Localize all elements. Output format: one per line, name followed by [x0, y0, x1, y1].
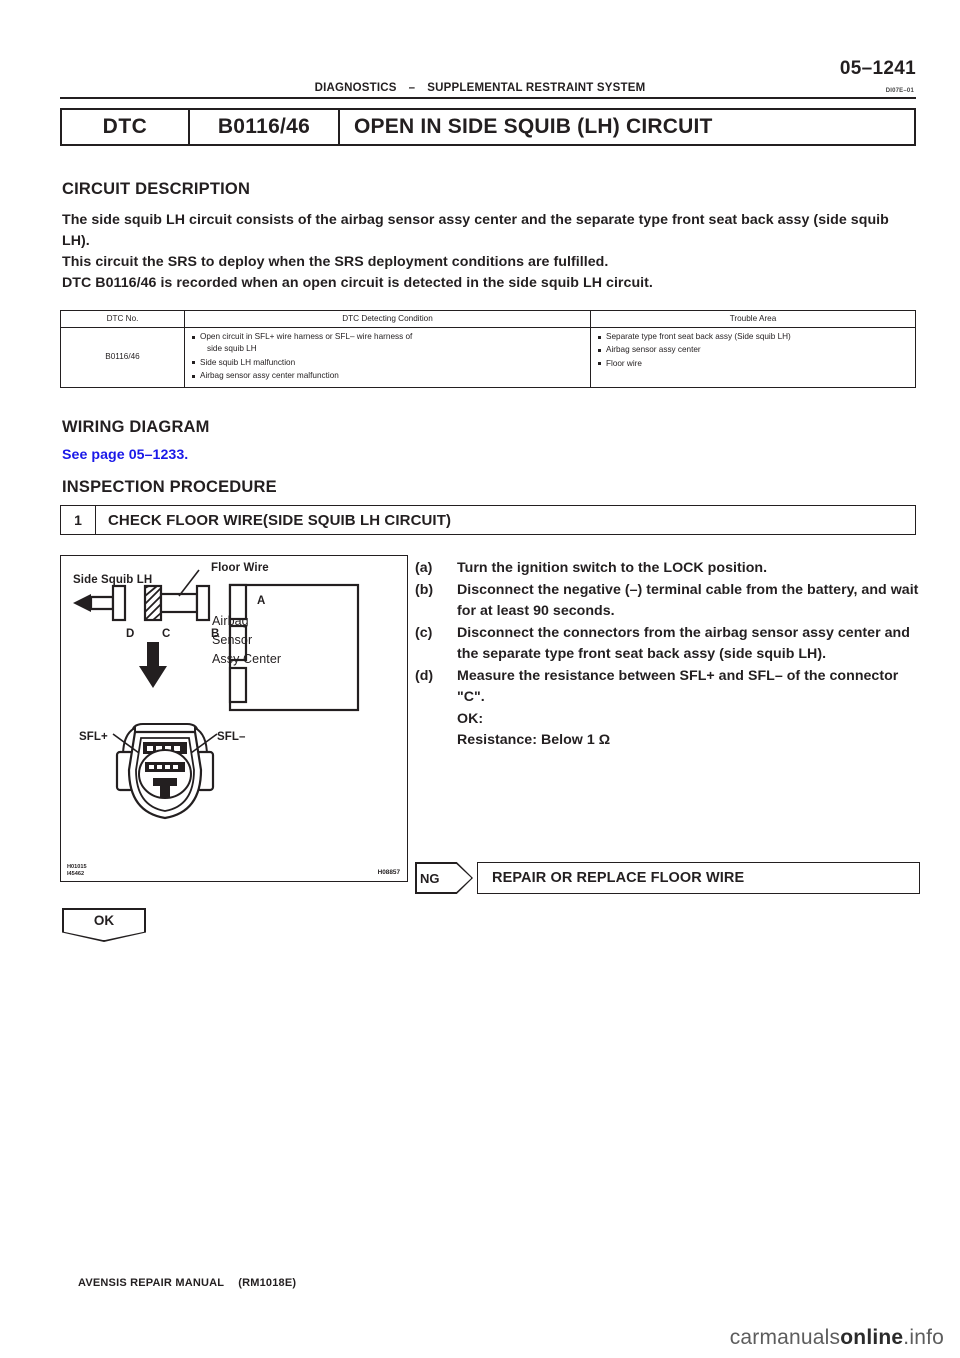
instruction-key: (a)	[415, 560, 433, 576]
inspection-procedure-heading: INSPECTION PROCEDURE	[62, 478, 277, 496]
header-ref-code: DI07E–01	[885, 88, 914, 94]
figure-code-left-1: H01015	[67, 864, 87, 871]
wiring-figure: Side Squib LH Floor Wire D C B A SFL+ SF…	[60, 555, 408, 882]
page-header: 05–1241 DIAGNOSTICS – SUPPLEMENTAL RESTRAI…	[0, 0, 960, 105]
circuit-description-p1: The side squib LH circuit consists of th…	[62, 212, 889, 249]
instruction-key: (c)	[415, 624, 433, 641]
watermark-light: carmanuals	[729, 1326, 841, 1349]
result-ok-label-row: OK:	[415, 709, 920, 731]
ng-tag-label: NG	[420, 870, 440, 886]
figure-sensor-box-label: Airbag Sensor Assy Center	[212, 614, 282, 666]
figure-terminal-sfl-plus: SFL+	[79, 731, 108, 743]
instruction-item-a: (a) Turn the ignition switch to the LOCK…	[415, 558, 920, 580]
circuit-description-p2: This circuit the SRS to deploy when the …	[62, 254, 609, 270]
page-footer: AVENSIS REPAIR MANUAL (RM1018E)	[78, 1277, 296, 1289]
list-item: Airbag sensor assy center	[597, 344, 909, 356]
figure-pin-d: D	[126, 628, 135, 640]
column-header-condition: DTC Detecting Condition	[184, 310, 591, 328]
cell-trouble-area: Separate type front seat back assy (Side…	[590, 327, 916, 388]
watermark: carmanualsonline.info	[730, 1326, 944, 1350]
figure-pin-c: C	[162, 628, 171, 640]
instruction-text: Disconnect the connectors from the airba…	[457, 624, 910, 663]
circuit-description-heading: CIRCUIT DESCRIPTION	[62, 180, 251, 198]
result-ok-label: OK:	[457, 710, 484, 727]
step-number: 1	[61, 506, 96, 534]
ok-tag-label: OK	[93, 913, 115, 928]
table-row: B0116/46 Open circuit in SFL+ wire harne…	[60, 327, 916, 388]
condition-line-1: Open circuit in SFL+ wire harness or SFL…	[200, 332, 413, 341]
figure-code-left: H01015 I45462	[67, 864, 87, 877]
circuit-description-p3: DTC B0116/46 is recorded when an open ci…	[62, 275, 653, 291]
list-item: Separate type front seat back assy (Side…	[597, 331, 909, 343]
figure-terminal-sfl-minus: SFL–	[217, 731, 246, 743]
instruction-key: (d)	[415, 667, 434, 684]
figure-pin-a: A	[257, 595, 266, 607]
list-item: Floor wire	[597, 358, 909, 370]
result-spec-row: Resistance: Below 1 Ω	[415, 730, 920, 752]
instruction-text: Turn the ignition switch to the LOCK pos…	[457, 560, 768, 576]
table-header-row: DTC No. DTC Detecting Condition Trouble …	[60, 310, 916, 328]
trouble-area-list: Separate type front seat back assy (Side…	[597, 331, 909, 370]
footer-rm-code: (RM1018E)	[238, 1277, 297, 1289]
figure-label-floor-wire: Floor Wire	[211, 562, 269, 574]
instruction-item-b: (b) Disconnect the negative (–) terminal…	[415, 580, 920, 623]
cell-detecting-condition: Open circuit in SFL+ wire harness or SFL…	[184, 327, 591, 388]
breadcrumb-subsection: SUPPLEMENTAL RESTRAINT SYSTEM	[427, 82, 646, 94]
list-item: Open circuit in SFL+ wire harness or SFL…	[191, 331, 584, 356]
instruction-text: Measure the resistance between SFL+ and …	[457, 667, 899, 706]
condition-list: Open circuit in SFL+ wire harness or SFL…	[191, 331, 584, 383]
figure-label-side-squib: Side Squib LH	[73, 574, 153, 586]
ng-action-box: REPAIR OR REPLACE FLOOR WIRE	[477, 862, 920, 894]
dtc-code: B0116/46	[190, 110, 340, 144]
watermark-tld: .info	[903, 1326, 944, 1349]
page-number: 05–1241	[839, 58, 916, 79]
breadcrumb: DIAGNOSTICS – SUPPLEMENTAL RESTRAINT SYSTE…	[0, 82, 960, 94]
watermark-dark: online	[840, 1326, 904, 1349]
wiring-diagram-page-link[interactable]: See page 05–1233.	[62, 447, 188, 463]
dtc-title: OPEN IN SIDE SQUIB (LH) CIRCUIT	[354, 115, 713, 138]
instruction-item-c: (c) Disconnect the connectors from the a…	[415, 623, 920, 666]
list-item: Airbag sensor assy center malfunction	[191, 370, 584, 382]
column-header-trouble-area: Trouble Area	[590, 310, 916, 328]
list-item: Side squib LH malfunction	[191, 357, 584, 369]
step-title: CHECK FLOOR WIRE(SIDE SQUIB LH CIRCUIT)	[108, 511, 452, 529]
wiring-diagram-heading: WIRING DIAGRAM	[62, 418, 210, 436]
instruction-key: (b)	[415, 581, 434, 598]
condition-line-1-cont: side squib LH	[207, 344, 257, 354]
breadcrumb-section: DIAGNOSTICS	[314, 82, 397, 94]
breadcrumb-separator: –	[408, 82, 416, 94]
figure-code-right: H08857	[377, 869, 400, 876]
dtc-table: DTC No. DTC Detecting Condition Trouble …	[60, 310, 916, 388]
ng-branch: NG REPAIR OR REPLACE FLOOR WIRE	[415, 862, 920, 894]
footer-manual-name: AVENSIS REPAIR MANUAL	[78, 1277, 225, 1289]
instruction-item-d: (d) Measure the resistance between SFL+ …	[415, 666, 920, 709]
cell-dtc-no: B0116/46	[60, 327, 185, 388]
figure-graphic	[73, 569, 360, 820]
manual-page: 05–1241 DIAGNOSTICS – SUPPLEMENTAL RESTRAI…	[0, 0, 960, 1358]
header-rule	[60, 97, 916, 99]
figure-code-left-2: I45462	[67, 870, 85, 877]
dtc-title-bar: DTC B0116/46 OPEN IN SIDE SQUIB (LH) CIR…	[60, 108, 916, 146]
instruction-list: (a) Turn the ignition switch to the LOCK…	[415, 558, 920, 752]
column-header-dtc-no: DTC No.	[60, 310, 185, 328]
step-1-header: 1 CHECK FLOOR WIRE(SIDE SQUIB LH CIRCUIT…	[60, 505, 916, 535]
instruction-text: Disconnect the negative (–) terminal cab…	[457, 581, 919, 620]
ok-branch-tag: OK	[62, 908, 146, 942]
result-spec: Resistance: Below 1 Ω	[457, 732, 611, 748]
dtc-label: DTC	[62, 110, 190, 144]
